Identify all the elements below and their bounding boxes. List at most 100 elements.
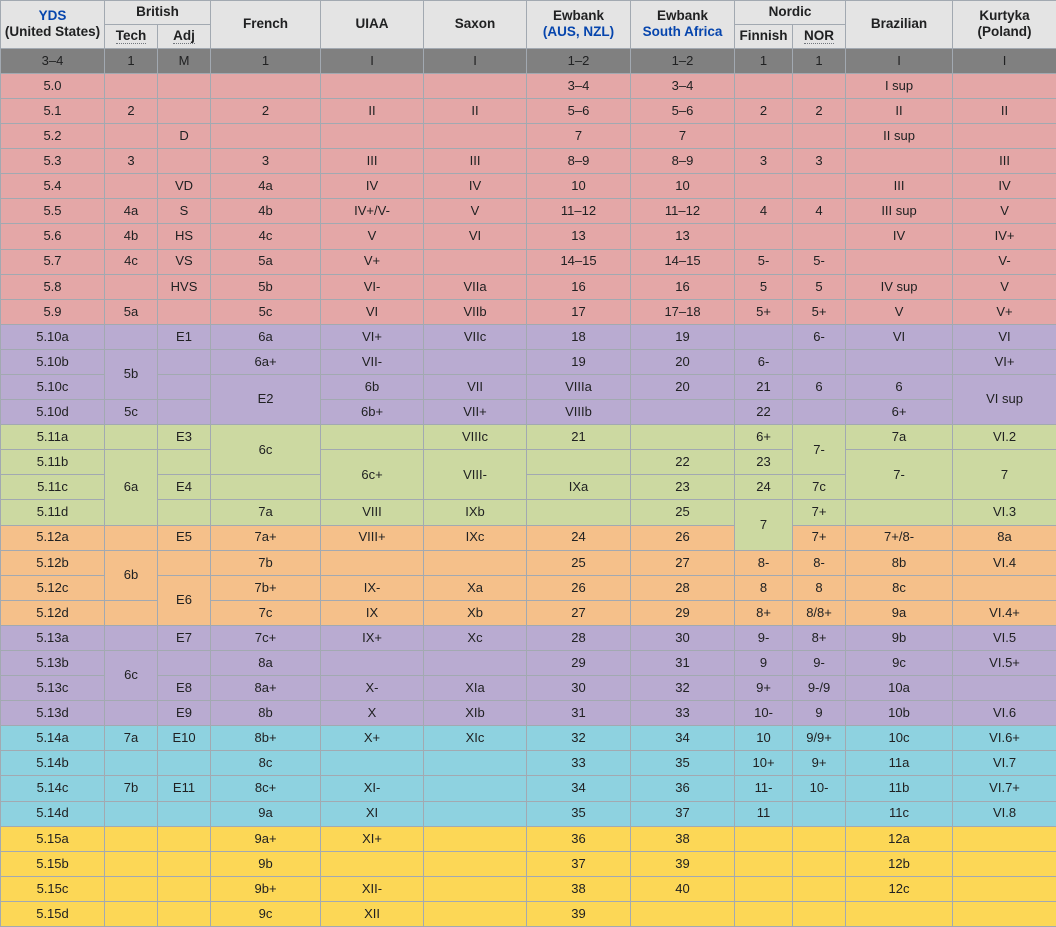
grade-cell-yds: 3–4: [1, 48, 105, 73]
col-header-nordic-nor-label[interactable]: NOR: [804, 28, 834, 44]
grade-cell: XIc: [424, 726, 527, 751]
grade-cell: Xb: [424, 600, 527, 625]
grade-cell: I: [846, 48, 953, 73]
grade-cell: [321, 425, 424, 450]
grade-cell: 17: [527, 299, 631, 324]
table-row: 5.12aE57a+VIII+IXc24267+7+/8-8aVI.3+: [1, 525, 1056, 550]
grade-cell: 7: [527, 124, 631, 149]
grade-cell: 9: [735, 651, 793, 676]
col-header-british-label: British: [136, 4, 179, 19]
grade-cell-yds: 5.8: [1, 274, 105, 299]
grade-cell: E9: [158, 701, 211, 726]
col-header-kurtyka-sublabel: (Poland): [978, 24, 1032, 39]
grade-cell-yds: 5.14d: [1, 801, 105, 826]
table-row: 5.54aS4bIV+/V-V11–1211–1244III supV: [1, 199, 1056, 224]
grade-cell: 36: [631, 776, 735, 801]
grade-cell: 8: [735, 575, 793, 600]
grade-cell: [158, 98, 211, 123]
grade-cell: VIIa: [424, 274, 527, 299]
grade-cell: VI.6: [953, 701, 1056, 726]
grade-cell: XIa: [424, 676, 527, 701]
grade-cell: III sup: [846, 199, 953, 224]
grade-cell: XII-: [321, 876, 424, 901]
grade-cell: IXb: [424, 500, 527, 525]
col-header-ewbank-sublabel[interactable]: (AUS, NZL): [543, 24, 614, 39]
grade-cell-yds: 5.15d: [1, 901, 105, 926]
grade-cell: XI: [321, 801, 424, 826]
grade-cell: 6+: [735, 425, 793, 450]
grade-cell: 11a: [846, 751, 953, 776]
grade-cell-yds: 5.15a: [1, 826, 105, 851]
grade-cell: 7-: [846, 450, 953, 500]
grade-cell: [735, 174, 793, 199]
grade-cell: 7b: [211, 550, 321, 575]
grade-cell: 4a: [105, 199, 158, 224]
grade-cell: III: [424, 149, 527, 174]
col-header-nordic-label: Nordic: [769, 4, 812, 19]
table-row: 5.14d9aXI35371111cVI.8: [1, 801, 1056, 826]
grade-cell: [105, 274, 158, 299]
grade-cell: 24: [735, 475, 793, 500]
grade-cell: V: [424, 199, 527, 224]
grade-cell-yds: 5.0: [1, 73, 105, 98]
grade-cell: 22: [631, 450, 735, 475]
grade-cell: 8+: [735, 600, 793, 625]
table-header: YDS (United States) British French UIAA …: [1, 1, 1056, 49]
grade-cell-yds: 5.12b: [1, 550, 105, 575]
grade-cell: 8c+: [211, 776, 321, 801]
grade-cell: [735, 826, 793, 851]
col-header-yds-label[interactable]: YDS: [39, 8, 67, 23]
grade-cell: VI.3: [953, 500, 1056, 525]
col-header-nordic-finnish-label: Finnish: [740, 28, 788, 43]
grade-cell: [953, 901, 1056, 926]
col-header-british-tech-label[interactable]: Tech: [116, 28, 147, 44]
grade-cell: 5c: [105, 400, 158, 425]
grade-cell: [631, 425, 735, 450]
col-header-french-label: French: [243, 16, 288, 31]
grade-cell: [105, 801, 158, 826]
grade-cell: [105, 625, 158, 650]
grade-cell: [158, 149, 211, 174]
grade-cell: VI: [321, 299, 424, 324]
col-header-brazilian: Brazilian: [846, 1, 953, 49]
grade-cell: VII: [424, 374, 527, 399]
grade-cell: II: [424, 98, 527, 123]
grade-cell: [105, 876, 158, 901]
grade-cell: 8a+: [211, 676, 321, 701]
table-row: 5.10cE26bVIIVIIIa202166VI supVI.1: [1, 374, 1056, 399]
grade-cell: II: [321, 98, 424, 123]
grade-cell-yds: 5.14a: [1, 726, 105, 751]
grade-cell: [158, 851, 211, 876]
grade-cell: 22: [735, 400, 793, 425]
grade-cell: 26: [527, 575, 631, 600]
grade-cell: 3: [211, 149, 321, 174]
grade-cell: 6: [793, 374, 846, 399]
grade-cell: M: [158, 48, 211, 73]
col-header-nordic-finnish: Finnish: [735, 24, 793, 48]
col-header-ewbank-sa-sublabel[interactable]: South Africa: [643, 24, 723, 39]
grade-cell: 2: [735, 98, 793, 123]
grade-cell: 28: [631, 575, 735, 600]
grade-cell: [158, 73, 211, 98]
grade-cell: 4b: [211, 199, 321, 224]
grade-cell: II sup: [846, 124, 953, 149]
grade-cell: 9c: [211, 901, 321, 926]
table-row: 5.2D77II sup: [1, 124, 1056, 149]
grade-cell-yds: 5.11b: [1, 450, 105, 475]
grade-cell: 40: [631, 876, 735, 901]
grade-cell: 9/9+: [793, 726, 846, 751]
grade-cell: 7: [735, 500, 793, 550]
grade-cell: 8: [793, 575, 846, 600]
grade-cell: IXa: [527, 475, 631, 500]
grade-cell: [158, 374, 211, 399]
col-header-british-adj-label[interactable]: Adj: [173, 28, 195, 44]
grade-cell-yds: 5.4: [1, 174, 105, 199]
table-row: 5.10aE16aVI+VIIc18196-VIVI: [1, 324, 1056, 349]
grade-cell: 9b: [846, 625, 953, 650]
table-row: 5.11d7aVIIIIXb2577+VI.3: [1, 500, 1056, 525]
grade-cell: 3: [793, 149, 846, 174]
grade-cell: [105, 73, 158, 98]
grade-cell: [158, 651, 211, 676]
col-header-uiaa-label: UIAA: [356, 16, 389, 31]
table-row: 5.11aE36cVIIIc216+7-7aVI.2: [1, 425, 1056, 450]
